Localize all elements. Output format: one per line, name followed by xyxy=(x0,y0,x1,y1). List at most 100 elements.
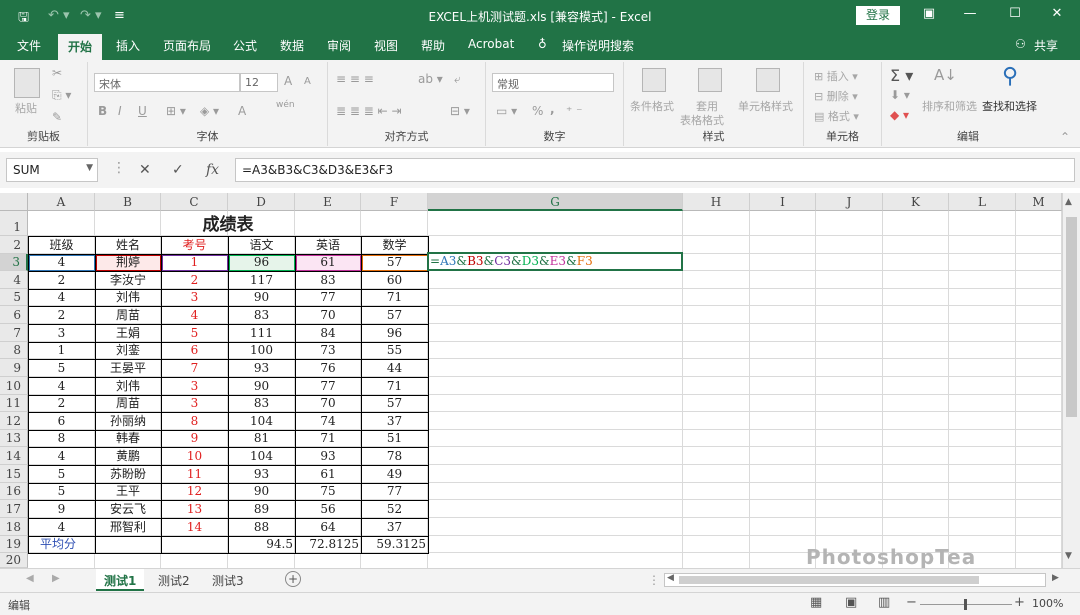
find-select-button[interactable]: 查找和选择 xyxy=(982,98,1037,114)
grow-font-icon[interactable]: A xyxy=(284,74,292,88)
table-cell[interactable]: 57 xyxy=(361,254,428,271)
font-name-combo[interactable]: 宋体 xyxy=(94,73,240,92)
cell-styles-button[interactable]: 单元格样式 xyxy=(738,98,793,114)
average-value[interactable]: 72.8125 xyxy=(295,536,361,553)
table-cell[interactable]: 5 xyxy=(28,465,95,483)
table-cell[interactable]: 90 xyxy=(228,483,295,500)
tab-help[interactable]: 帮助 xyxy=(421,37,445,54)
name-box[interactable]: SUM ▼ xyxy=(6,158,98,182)
horizontal-scrollbar[interactable]: ◀ xyxy=(664,573,1046,587)
scroll-up-icon[interactable]: ▲ xyxy=(1065,197,1072,207)
table-cell[interactable]: 93 xyxy=(295,447,361,465)
table-cell[interactable]: 邢智利 xyxy=(95,518,161,536)
sheet-title[interactable]: 成绩表 xyxy=(28,211,428,236)
fill-icon[interactable]: ⬇ ▾ xyxy=(890,88,910,102)
row-header-10[interactable]: 10 xyxy=(0,377,28,395)
orientation-icon[interactable]: ab ▾ xyxy=(418,72,443,86)
row-header-12[interactable]: 12 xyxy=(0,412,28,430)
table-cell[interactable]: 5 xyxy=(161,324,228,342)
table-cell[interactable]: 77 xyxy=(295,289,361,306)
table-cell[interactable]: 4 xyxy=(28,447,95,465)
row-header-6[interactable]: 6 xyxy=(0,306,28,324)
table-cell[interactable]: 14 xyxy=(161,518,228,536)
table-cell[interactable]: 4 xyxy=(161,306,228,324)
enter-icon[interactable]: ✓ xyxy=(172,162,184,178)
zoom-level[interactable]: 100% xyxy=(1032,597,1063,610)
table-cell[interactable]: 93 xyxy=(228,465,295,483)
scroll-right-icon[interactable]: ▶ xyxy=(1052,573,1059,583)
formula-input[interactable]: =A3&B3&C3&D3&E3&F3 xyxy=(235,158,1075,182)
average-value[interactable]: 59.3125 xyxy=(361,536,428,553)
align-top-icon[interactable]: ≡ ≡ ≡ xyxy=(336,72,374,86)
table-cell[interactable]: 3 xyxy=(161,377,228,395)
table-cell[interactable]: 1 xyxy=(161,254,228,271)
table-cell[interactable]: 73 xyxy=(295,342,361,359)
tab-page-layout[interactable]: 页面布局 xyxy=(163,37,211,54)
column-header-f[interactable]: F xyxy=(361,193,428,211)
row-header-17[interactable]: 17 xyxy=(0,500,28,518)
table-cell[interactable]: 荆婷 xyxy=(95,254,161,271)
zoom-slider-thumb[interactable] xyxy=(964,599,967,610)
table-cell[interactable]: 52 xyxy=(361,500,428,518)
column-header-a[interactable]: A xyxy=(28,193,95,211)
underline-button[interactable]: U xyxy=(138,104,147,118)
minimize-icon[interactable]: — xyxy=(955,6,985,21)
table-cell[interactable]: 李汝宁 xyxy=(95,271,161,289)
table-cell[interactable]: 61 xyxy=(295,465,361,483)
table-cell[interactable]: 3 xyxy=(28,324,95,342)
table-cell[interactable]: 2 xyxy=(28,395,95,412)
table-cell[interactable]: 61 xyxy=(295,254,361,271)
table-cell[interactable]: 3 xyxy=(161,395,228,412)
table-cell[interactable]: 88 xyxy=(228,518,295,536)
cancel-icon[interactable]: ✕ xyxy=(139,162,151,178)
table-cell[interactable]: 90 xyxy=(228,289,295,306)
table-cell[interactable]: 96 xyxy=(361,324,428,342)
table-cell[interactable]: 37 xyxy=(361,412,428,430)
table-cell[interactable]: 黄鹏 xyxy=(95,447,161,465)
accounting-icon[interactable]: ▭ ▾ xyxy=(496,104,517,118)
table-cell[interactable]: 4 xyxy=(28,377,95,395)
collapse-ribbon-icon[interactable]: ⌃ xyxy=(1060,130,1070,144)
table-cell[interactable]: 74 xyxy=(295,412,361,430)
column-header-l[interactable]: L xyxy=(949,193,1016,211)
row-header-15[interactable]: 15 xyxy=(0,465,28,483)
conditional-format-button[interactable]: 条件格式 xyxy=(630,98,674,114)
tab-data[interactable]: 数据 xyxy=(280,37,304,54)
wrap-text-icon[interactable]: ⤶ xyxy=(454,72,461,87)
table-header-cell[interactable]: 姓名 xyxy=(95,236,161,254)
insert-cells-button[interactable]: ⊞ 插入 ▾ xyxy=(814,68,858,84)
column-header-g[interactable]: G xyxy=(428,193,683,211)
share-button[interactable]: 共享 xyxy=(1034,37,1058,54)
table-cell[interactable]: 100 xyxy=(228,342,295,359)
table-header-cell[interactable]: 考号 xyxy=(161,236,228,254)
table-cell[interactable]: 56 xyxy=(295,500,361,518)
table-cell[interactable]: 6 xyxy=(28,412,95,430)
tab-home[interactable]: 开始 xyxy=(58,34,103,60)
table-cell[interactable]: 55 xyxy=(361,342,428,359)
row-header-14[interactable]: 14 xyxy=(0,447,28,465)
sheet-tab-3[interactable]: 测试3 xyxy=(204,569,252,591)
table-cell[interactable]: 3 xyxy=(161,289,228,306)
copy-icon[interactable]: ⎘ ▾ xyxy=(52,88,71,103)
row-header-2[interactable]: 2 xyxy=(0,236,28,254)
delete-cells-button[interactable]: ⊟ 删除 ▾ xyxy=(814,88,858,104)
page-break-icon[interactable]: ▥ xyxy=(878,595,890,610)
tab-insert[interactable]: 插入 xyxy=(116,37,140,54)
tab-file[interactable]: 文件 xyxy=(17,37,41,54)
table-cell[interactable]: 5 xyxy=(28,359,95,377)
prev-sheet-icon[interactable]: ◀ xyxy=(26,573,34,584)
table-cell[interactable]: 周苗 xyxy=(95,306,161,324)
tell-me-search[interactable]: 操作说明搜索 xyxy=(562,37,634,54)
table-cell[interactable]: 刘銮 xyxy=(95,342,161,359)
table-cell[interactable]: 2 xyxy=(28,306,95,324)
table-cell[interactable]: 7 xyxy=(161,359,228,377)
row-header-8[interactable]: 8 xyxy=(0,342,28,359)
table-cell[interactable]: 83 xyxy=(228,306,295,324)
table-cell[interactable]: 111 xyxy=(228,324,295,342)
table-header-cell[interactable]: 语文 xyxy=(228,236,295,254)
table-cell[interactable]: 8 xyxy=(161,412,228,430)
merge-center-icon[interactable]: ⊟ ▾ xyxy=(450,104,470,118)
table-cell[interactable]: 周苗 xyxy=(95,395,161,412)
table-cell[interactable]: 4 xyxy=(28,289,95,306)
row-header-16[interactable]: 16 xyxy=(0,483,28,500)
